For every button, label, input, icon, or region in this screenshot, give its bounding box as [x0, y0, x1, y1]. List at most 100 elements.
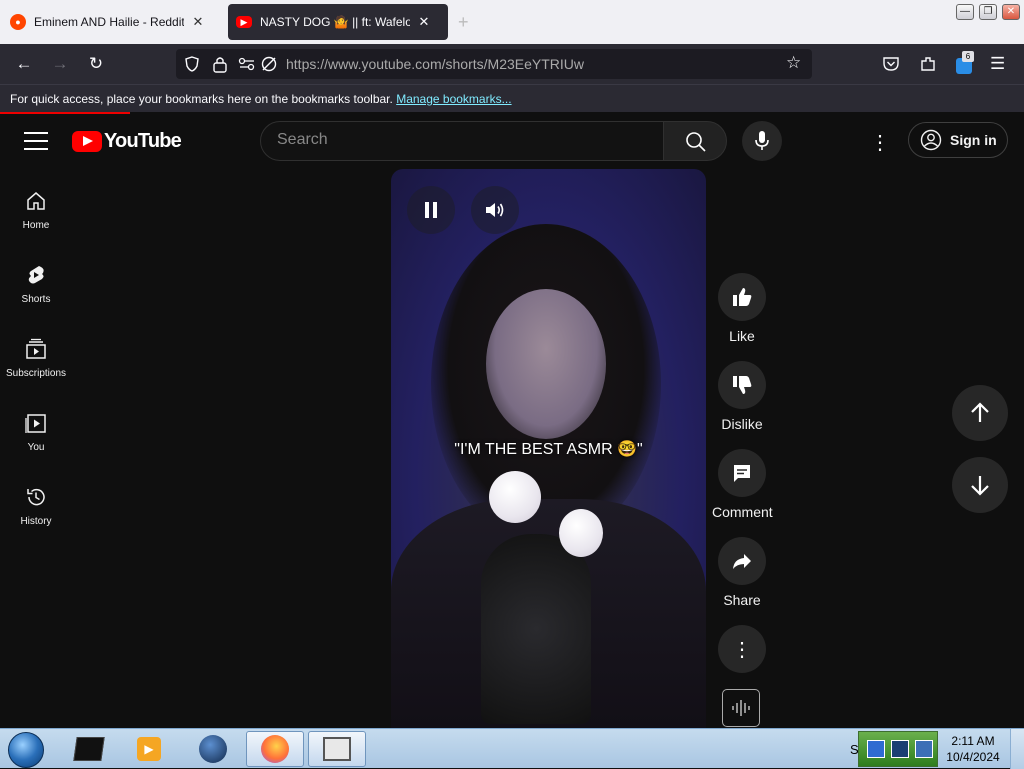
sidebar-item-label: Shorts [21, 294, 51, 305]
pocket-icon[interactable] [882, 55, 900, 73]
taskbar-app-browser[interactable] [184, 731, 242, 767]
bookmark-star-icon[interactable]: ☆ [786, 53, 801, 73]
like-label: Like [729, 328, 755, 344]
voice-search-button[interactable] [742, 121, 782, 161]
taskbar-app-firefox[interactable] [246, 731, 304, 767]
close-window-button[interactable]: ✕ [1002, 4, 1020, 20]
sidebar-item-you[interactable]: You [0, 412, 72, 486]
tracking-blocked-icon[interactable] [260, 55, 278, 73]
youtube-header: YouTube ⋮ Sign in [0, 114, 1024, 170]
system-tray[interactable] [858, 731, 938, 767]
short-video-player[interactable]: "I'M THE BEST ASMR 🤓" [391, 169, 706, 729]
share-label: Share [723, 592, 761, 608]
taskbar-app-terminal[interactable] [60, 731, 118, 767]
restore-button[interactable]: ❐ [979, 4, 997, 20]
lock-icon[interactable] [212, 55, 228, 73]
monitor-icon[interactable] [891, 740, 909, 758]
sidebar-item-home[interactable]: Home [0, 190, 72, 264]
forward-button[interactable]: → [50, 54, 70, 74]
youtube-icon: ▶ [236, 16, 252, 28]
subscriptions-icon [26, 338, 46, 359]
sound-link-button[interactable] [722, 689, 760, 727]
manage-bookmarks-link[interactable]: Manage bookmarks... [396, 92, 511, 106]
comment-label: Comment [712, 504, 773, 520]
comment-button[interactable]: Comment [712, 449, 773, 520]
extensions-icon[interactable] [919, 55, 937, 73]
volume-icon [486, 203, 504, 217]
dislike-label: Dislike [721, 416, 763, 432]
history-icon [27, 488, 45, 506]
shorts-icon [28, 266, 44, 284]
start-button[interactable] [8, 732, 44, 768]
extension-badge: 6 [962, 51, 974, 62]
dislike-button[interactable]: Dislike [712, 361, 772, 432]
volume-button[interactable] [471, 186, 519, 234]
pause-button[interactable] [407, 186, 455, 234]
taskbar-app-media-player[interactable]: ▶ [120, 731, 178, 767]
shield-icon[interactable] [184, 56, 200, 72]
next-short-button[interactable] [952, 457, 1008, 513]
microphone-icon [755, 131, 769, 150]
search-box[interactable] [260, 121, 664, 161]
video-caption: "I'M THE BEST ASMR 🤓" [454, 441, 643, 458]
thumbs-up-icon [733, 288, 752, 306]
youtube-wordmark: YouTube [104, 130, 182, 152]
close-tab-icon[interactable]: ✕ [416, 14, 432, 30]
tab-youtube[interactable]: ▶ NASTY DOG 🤷 || ft: Wafelo || #g ✕ [228, 4, 448, 40]
navigation-toolbar: ← → ↻ https://www.youtube.com/shorts/M23… [0, 44, 1024, 84]
reload-button[interactable]: ↻ [86, 54, 106, 74]
previous-short-button[interactable] [952, 385, 1008, 441]
settings-more-icon[interactable]: ⋮ [870, 130, 890, 154]
globe-icon [199, 735, 227, 763]
thumbs-down-icon [733, 376, 752, 394]
video-frame-cotton-left [489, 471, 541, 523]
sidebar-item-history[interactable]: History [0, 486, 72, 560]
media-player-icon: ▶ [137, 737, 161, 761]
share-icon [733, 554, 751, 569]
video-frame-cotton-right [559, 509, 603, 557]
sidebar-item-subscriptions[interactable]: Subscriptions [0, 338, 72, 412]
menu-icon[interactable]: ☰ [990, 54, 1005, 74]
bookmarks-toolbar: For quick access, place your bookmarks h… [0, 84, 1024, 112]
arrow-down-icon [971, 476, 989, 496]
comment-icon [734, 465, 750, 482]
taskbar-clock[interactable]: 2:11 AM 10/4/2024 [940, 733, 1006, 765]
sidebar-item-label: Home [22, 220, 50, 231]
share-button[interactable]: Share [712, 537, 772, 608]
tray-app-icon[interactable] [915, 740, 933, 758]
network-icon[interactable] [867, 740, 885, 758]
firefox-icon [261, 735, 289, 763]
pause-icon [425, 202, 437, 218]
sign-in-label: Sign in [950, 132, 997, 148]
tab-title: Eminem AND Hailie - Reddit Se [34, 15, 184, 29]
more-actions-button[interactable]: ⋮ [712, 625, 772, 680]
search-button[interactable] [663, 121, 727, 161]
like-button[interactable]: Like [712, 273, 772, 344]
url-bar[interactable]: https://www.youtube.com/shorts/M23EeYTRI… [176, 49, 812, 79]
tab-title: NASTY DOG 🤷 || ft: Wafelo || #g [260, 15, 410, 29]
youtube-logo[interactable]: YouTube [72, 130, 182, 153]
url-text[interactable]: https://www.youtube.com/shorts/M23EeYTRI… [286, 56, 584, 72]
terminal-icon [73, 737, 105, 761]
home-icon [27, 192, 45, 210]
close-tab-icon[interactable]: ✕ [190, 14, 206, 30]
bookmarks-hint: For quick access, place your bookmarks h… [10, 92, 393, 106]
browser-tab-strip: ● Eminem AND Hailie - Reddit Se ✕ ▶ NAST… [0, 0, 1024, 44]
clock-time: 2:11 AM [951, 734, 995, 748]
account-icon [920, 129, 942, 151]
hamburger-menu-icon[interactable] [24, 132, 48, 150]
taskbar-app-window[interactable] [308, 731, 366, 767]
show-desktop-button[interactable] [1010, 729, 1024, 769]
sign-in-button[interactable]: Sign in [908, 122, 1008, 158]
windows-taskbar: ▶ S 2:11 AM 10/4/2024 [0, 728, 1024, 769]
minimize-button[interactable]: — [956, 4, 974, 20]
tab-reddit[interactable]: ● Eminem AND Hailie - Reddit Se ✕ [2, 4, 222, 40]
sidebar-item-label: History [20, 516, 52, 527]
permissions-icon[interactable] [238, 57, 256, 71]
search-input[interactable] [277, 131, 637, 149]
reddit-icon: ● [10, 14, 26, 30]
new-tab-button[interactable]: + [458, 12, 469, 33]
back-button[interactable]: ← [14, 54, 34, 74]
search-icon [686, 132, 706, 152]
sidebar-item-shorts[interactable]: Shorts [0, 264, 72, 338]
